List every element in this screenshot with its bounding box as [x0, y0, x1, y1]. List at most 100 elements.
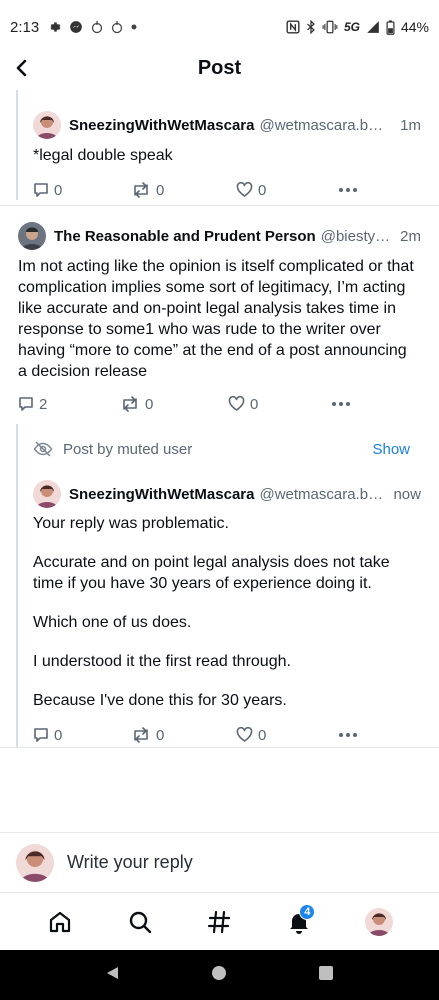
hashtag-icon [208, 910, 231, 933]
tab-notifications[interactable]: 4 [279, 902, 319, 942]
like-count: 0 [258, 726, 267, 744]
muted-reply-post[interactable]: Post by muted user Show SneezingWithWetM… [0, 434, 439, 747]
repost-count: 0 [156, 181, 165, 199]
avatar[interactable] [18, 222, 46, 250]
vibrate-icon [322, 20, 338, 34]
like-count: 0 [250, 395, 259, 413]
repost-icon [123, 396, 137, 412]
post-text: Im not acting like the opinion is itself… [18, 256, 419, 382]
repost-count: 0 [156, 726, 165, 744]
post-paragraph: I understood it the first read through. [33, 653, 291, 670]
recents-nav-button[interactable] [318, 965, 334, 986]
more-button[interactable] [331, 401, 351, 407]
reply-button[interactable]: 2 [18, 396, 120, 413]
comment-icon [34, 183, 48, 197]
author-name[interactable]: SneezingWithWetMascara [69, 117, 254, 134]
tab-feeds[interactable] [199, 902, 239, 942]
reply-post[interactable]: SneezingWithWetMascara @wetmascara.b… 1m… [0, 110, 439, 202]
tab-home[interactable] [40, 902, 80, 942]
repost-count: 0 [145, 395, 154, 413]
triangle-back-icon [107, 966, 119, 979]
post-paragraph: Im not acting like the opinion is itself… [18, 258, 414, 380]
author-handle[interactable]: @biesty… [321, 228, 392, 245]
tab-profile[interactable] [359, 902, 399, 942]
signal-icon [366, 20, 380, 34]
post-time: 1m [400, 116, 421, 134]
tab-search[interactable] [120, 902, 160, 942]
reply-count: 0 [54, 181, 63, 199]
battery-percent: 44% [400, 19, 429, 35]
comment-icon [19, 397, 33, 411]
like-button[interactable]: 0 [236, 182, 338, 199]
divider [0, 205, 439, 206]
heart-icon [236, 182, 253, 197]
home-icon [49, 911, 70, 932]
avatar[interactable] [33, 480, 61, 508]
header: Post [0, 54, 439, 86]
status-bar: 2:13 5G 44% [0, 0, 439, 54]
notification-icon [111, 20, 123, 34]
post-actions: 2 0 0 [18, 392, 439, 416]
more-button[interactable] [338, 732, 358, 738]
profile-avatar [365, 907, 394, 936]
post-paragraph: Your reply was problematic. [33, 515, 229, 532]
page-title: Post [197, 57, 242, 79]
ellipsis-icon [339, 188, 357, 192]
battery-icon [386, 19, 395, 35]
reply-input[interactable]: Write your reply [67, 852, 193, 873]
reply-count: 2 [39, 395, 48, 413]
avatar[interactable] [33, 111, 61, 139]
post-time: now [393, 485, 421, 503]
show-button[interactable]: Show [372, 441, 410, 458]
circle-home-icon [212, 965, 227, 980]
repost-button[interactable]: 0 [131, 727, 236, 744]
reply-count: 0 [54, 726, 63, 744]
divider [0, 747, 439, 748]
avatar [16, 843, 54, 882]
bottom-tab-bar: 4 [0, 892, 439, 950]
bluetooth-icon [306, 20, 316, 34]
muted-notice: Post by muted user Show [33, 434, 410, 464]
post-text: *legal double speak [33, 145, 421, 166]
ellipsis-icon [339, 733, 357, 737]
back-nav-button[interactable] [105, 965, 121, 986]
repost-button[interactable]: 0 [120, 396, 228, 413]
system-nav-bar [0, 950, 439, 1000]
post-text: Your reply was problematic. Accurate and… [33, 513, 417, 711]
post-paragraph: Which one of us does. [33, 614, 192, 631]
repost-button[interactable]: 0 [131, 182, 236, 199]
author-handle[interactable]: @wetmascara.b… [259, 117, 392, 134]
author-name[interactable]: SneezingWithWetMascara [69, 486, 254, 503]
heart-icon [236, 727, 253, 742]
post-paragraph: *legal double speak [33, 147, 173, 164]
home-nav-button[interactable] [211, 965, 227, 986]
gear-icon [47, 20, 61, 34]
author-handle[interactable]: @wetmascara.b… [259, 486, 385, 503]
post-actions: 0 0 0 [33, 178, 439, 202]
repost-icon [134, 182, 148, 198]
ellipsis-icon [332, 402, 350, 406]
post-paragraph: Accurate and on point legal analysis doe… [33, 554, 390, 592]
post-actions: 0 0 0 [33, 723, 439, 747]
reply-post[interactable]: The Reasonable and Prudent Person @biest… [0, 221, 439, 416]
like-button[interactable]: 0 [228, 396, 331, 413]
reply-composer[interactable]: Write your reply [0, 832, 439, 892]
like-count: 0 [258, 181, 267, 199]
more-button[interactable] [338, 187, 358, 193]
square-recents-icon [318, 965, 333, 980]
post-time: 2m [400, 227, 421, 245]
muted-label: Post by muted user [63, 440, 193, 458]
network-label: 5G [343, 20, 360, 34]
eye-slash-icon [33, 441, 53, 457]
dot-icon [131, 24, 137, 30]
search-icon [129, 911, 151, 933]
post-paragraph: Because I've done this for 30 years. [33, 692, 287, 709]
author-name[interactable]: The Reasonable and Prudent Person [54, 228, 316, 245]
notification-icon [91, 20, 103, 34]
reply-button[interactable]: 0 [33, 182, 131, 199]
heart-icon [228, 396, 245, 411]
nfc-icon [286, 20, 300, 34]
repost-icon [134, 727, 148, 743]
like-button[interactable]: 0 [236, 727, 338, 744]
reply-button[interactable]: 0 [33, 727, 131, 744]
